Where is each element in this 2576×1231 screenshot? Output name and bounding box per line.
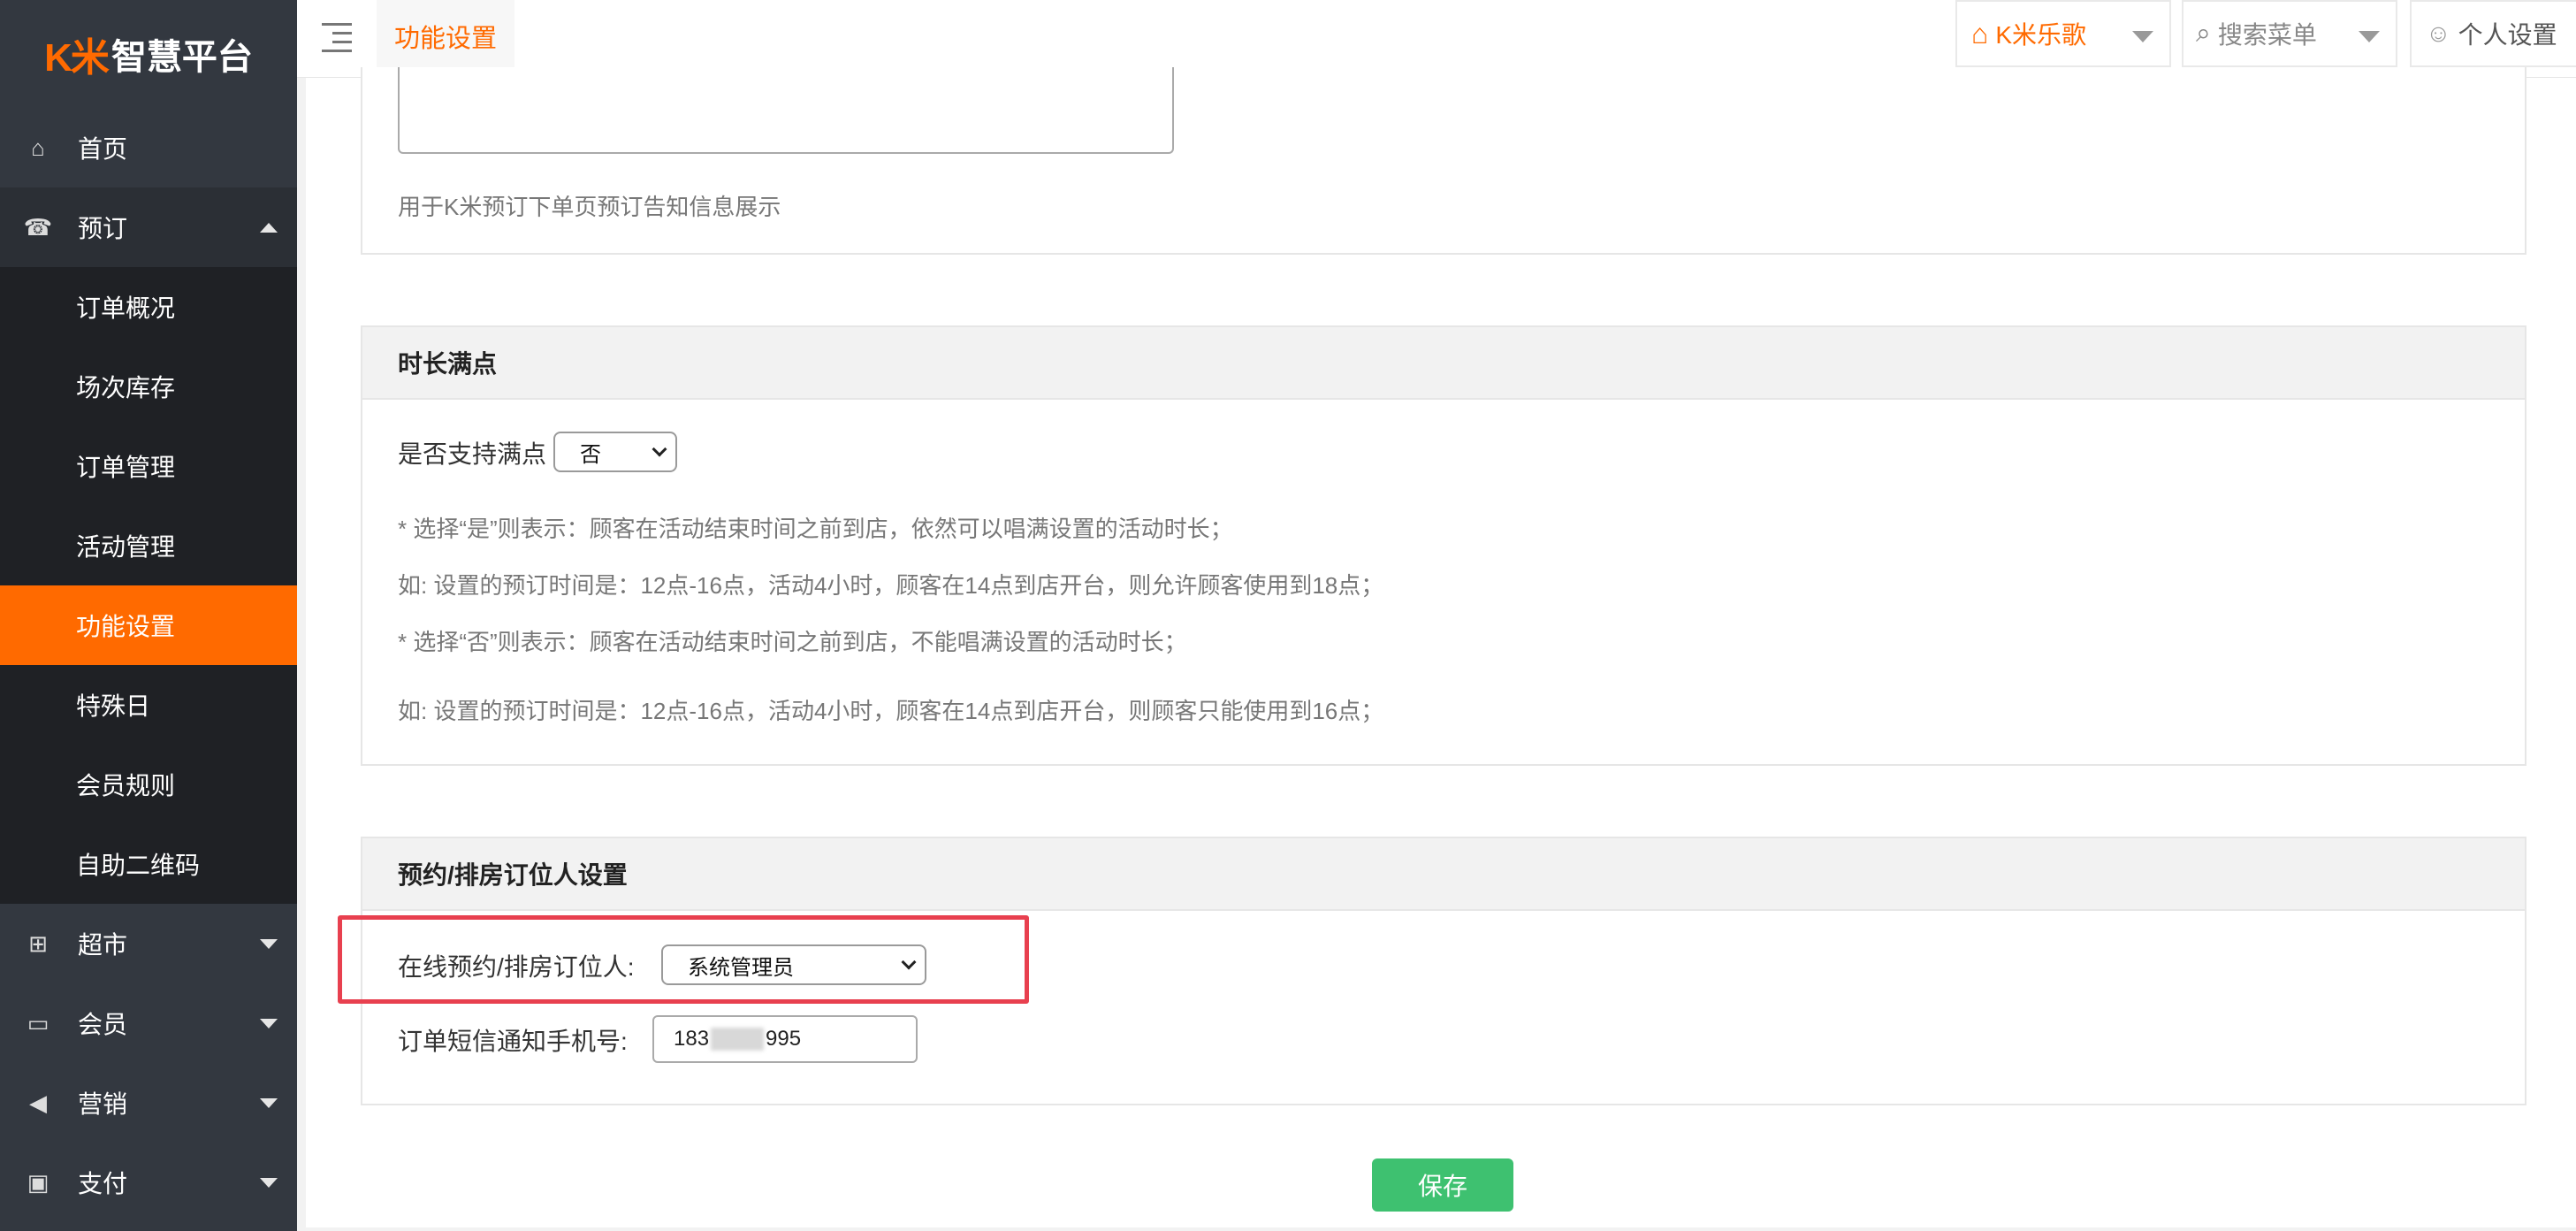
card-icon: ▭	[27, 1009, 50, 1036]
chevron-down-icon	[652, 441, 667, 457]
sidebar-item-payment[interactable]: ▣ 支付	[0, 1143, 297, 1222]
caret-down-icon	[260, 1018, 278, 1028]
sidebar-subitem-special-days[interactable]: 特殊日	[0, 665, 297, 745]
notice-textarea[interactable]	[398, 67, 1174, 154]
sidebar-subitem-order-overview[interactable]: 订单概况	[0, 267, 297, 347]
sidebar-subitem-activity-management[interactable]: 活动管理	[0, 506, 297, 585]
top-bar: 功能设置 ⌂ K米乐歌 ⌕ 搜索菜单 ☺ 个人设置	[297, 0, 2576, 78]
notice-panel: 用于K米预订下单页预订告知信息展示	[361, 67, 2526, 255]
phone-label: 订单短信通知手机号:	[398, 1028, 628, 1055]
sidebar-subitem-session-inventory[interactable]: 场次库存	[0, 347, 297, 426]
menu-toggle-icon[interactable]	[322, 21, 352, 53]
sidebar-subitem-function-settings[interactable]: 功能设置	[0, 585, 297, 665]
main-content: 用于K米预订下单页预订告知信息展示 时长满点 是否支持满点 否 * 选择“是”则…	[306, 67, 2576, 1227]
phone-prefix: 183	[674, 1027, 710, 1051]
duration-note-3: * 选择“否”则表示：顾客在活动结束时间之前到店，不能唱满设置的活动时长；	[398, 629, 1187, 655]
search-menu-placeholder: 搜索菜单	[2217, 21, 2317, 49]
sidebar-subitem-order-management[interactable]: 订单管理	[0, 426, 297, 506]
home-icon: ⌂	[31, 134, 45, 161]
brand-logo[interactable]: K米 智慧平台	[0, 0, 297, 108]
sidebar-item-label: 营销	[78, 1090, 128, 1118]
sidebar-item-booking[interactable]: ☎ 预订	[0, 187, 297, 267]
store-name: K米乐歌	[1995, 21, 2087, 49]
sidebar-subitem-member-rules[interactable]: 会员规则	[0, 745, 297, 824]
search-icon: ⌕	[2196, 19, 2211, 48]
full-hour-select[interactable]: 否	[553, 432, 677, 472]
save-button[interactable]: 保存	[1372, 1158, 1513, 1212]
chevron-down-icon	[2132, 31, 2153, 42]
booking-icon: ☎	[23, 213, 53, 241]
duration-note-4: 如: 设置的预订时间是：12点-16点，活动4小时，顾客在14点到店开台，则顾客…	[398, 698, 1384, 724]
notice-hint: 用于K米预订下单页预订告知信息展示	[398, 194, 781, 220]
booker-panel-title: 预约/排房订位人设置	[362, 838, 2525, 911]
sidebar-item-label: 预订	[78, 215, 128, 242]
chevron-down-icon	[2359, 31, 2380, 42]
full-hour-select-value: 否	[580, 442, 601, 467]
brand-name: 智慧平台	[111, 38, 253, 77]
full-hour-label: 是否支持满点	[398, 440, 547, 468]
sidebar-item-label: 支付	[78, 1170, 128, 1197]
highlight-annotation	[338, 915, 1029, 1004]
basket-icon: ⊞	[28, 929, 48, 957]
search-menu[interactable]: ⌕ 搜索菜单	[2182, 0, 2397, 67]
sidebar-item-member[interactable]: ▭ 会员	[0, 983, 297, 1063]
sidebar-item-home[interactable]: ⌂ 首页	[0, 108, 297, 187]
caret-down-icon	[260, 938, 278, 949]
duration-note-1: * 选择“是”则表示：顾客在活动结束时间之前到店，依然可以唱满设置的活动时长；	[398, 516, 1233, 542]
profile-label: 个人设置	[2458, 21, 2557, 49]
sidebar-item-marketing[interactable]: ◀ 营销	[0, 1063, 297, 1143]
money-icon: ▣	[27, 1168, 50, 1196]
sidebar: K米 智慧平台 ⌂ 首页 ☎ 预订 订单概况 场次库存 订单管理 活动管理 功能…	[0, 0, 297, 1231]
store-home-icon: ⌂	[1971, 17, 1989, 50]
sidebar-item-label: 会员	[78, 1011, 128, 1038]
brand-mark: K米	[44, 36, 110, 80]
phone-redaction	[711, 1028, 765, 1051]
megaphone-icon: ◀	[29, 1089, 47, 1116]
sidebar-item-label: 首页	[78, 135, 128, 163]
profile-settings[interactable]: ☺ 个人设置	[2410, 0, 2576, 67]
booking-submenu: 订单概况 场次库存 订单管理 活动管理 功能设置 特殊日 会员规则 自助二维码	[0, 267, 297, 904]
sidebar-item-supermarket[interactable]: ⊞ 超市	[0, 904, 297, 983]
sidebar-subitem-self-service-qrcode[interactable]: 自助二维码	[0, 824, 297, 904]
duration-panel: 时长满点 是否支持满点 否 * 选择“是”则表示：顾客在活动结束时间之前到店，依…	[361, 325, 2526, 766]
caret-down-icon	[260, 1177, 278, 1188]
duration-note-2: 如: 设置的预订时间是：12点-16点，活动4小时，顾客在14点到店开台，则允许…	[398, 572, 1384, 599]
store-selector[interactable]: ⌂ K米乐歌	[1955, 0, 2171, 67]
user-icon: ☺	[2426, 19, 2451, 47]
duration-panel-title: 时长满点	[362, 327, 2525, 400]
caret-up-icon	[260, 222, 278, 233]
phone-suffix: 995	[766, 1027, 802, 1051]
sidebar-item-label: 超市	[78, 931, 128, 959]
caret-down-icon	[260, 1097, 278, 1108]
tab-function-settings[interactable]: 功能设置	[377, 0, 515, 75]
phone-input[interactable]: 183 995	[652, 1015, 918, 1063]
